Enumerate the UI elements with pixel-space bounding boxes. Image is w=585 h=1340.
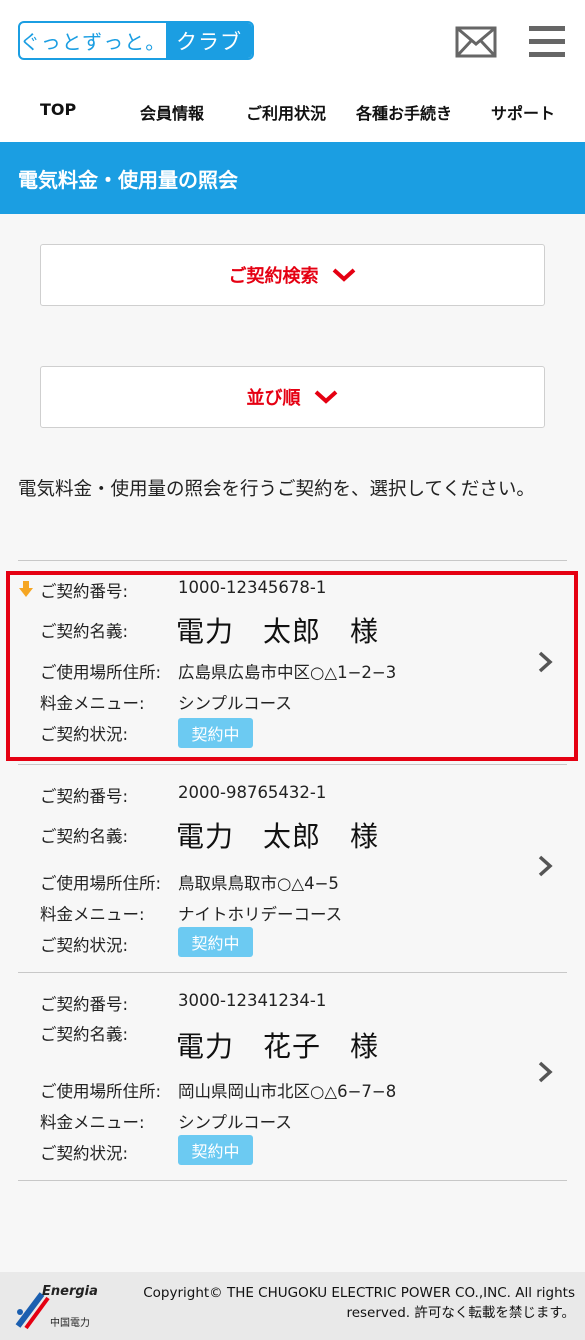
status-badge: 契約中 (178, 718, 253, 748)
contract-row[interactable]: ご契約番号: 3000-12341234-1 ご契約名義: 電力 花子 様 ご使… (18, 973, 567, 1180)
contract-number-label: ご契約番号: (40, 995, 129, 1014)
contract-name-label: ご契約名義: (40, 827, 129, 846)
nav-item-member-info[interactable]: 会員情報 (140, 100, 204, 124)
contract-search-label: ご契約検索 (228, 266, 319, 287)
down-arrow-icon (19, 581, 33, 597)
mail-icon[interactable] (455, 26, 497, 58)
sort-order-toggle[interactable]: 並び順 (40, 366, 545, 428)
status-label: ご契約状況: (40, 725, 129, 744)
contract-number-value: 2000-98765432-1 (178, 783, 327, 802)
page-title: 電気料金・使用量の照会 (0, 142, 585, 214)
status-label: ご契約状況: (40, 936, 129, 955)
menu-label: 料金メニュー: (40, 694, 145, 713)
footer: Energia 中国電力 Copyright© THE CHUGOKU ELEC… (0, 1272, 585, 1340)
chevron-right-icon (538, 855, 553, 877)
hamburger-menu-icon[interactable] (529, 24, 565, 58)
contract-number-value: 1000-12345678-1 (178, 578, 327, 597)
header: ぐっとずっと。 クラブ (0, 0, 585, 80)
address-label: ご使用場所住所: (40, 663, 162, 682)
sort-order-label: 並び順 (246, 388, 301, 409)
contract-row[interactable]: ご契約番号: 2000-98765432-1 ご契約名義: 電力 太郎 様 ご使… (18, 765, 567, 972)
club-logo[interactable]: ぐっとずっと。 クラブ (18, 21, 254, 60)
chevron-right-icon (538, 1061, 553, 1083)
contract-name-value: 電力 太郎 様 (176, 615, 380, 648)
address-value: 岡山県岡山市北区○△6−7−8 (178, 1082, 397, 1101)
contract-name-value: 電力 太郎 様 (176, 820, 380, 853)
address-label: ご使用場所住所: (40, 874, 162, 893)
nav-item-top[interactable]: TOP (40, 100, 76, 119)
divider (18, 1180, 567, 1181)
status-badge: 契約中 (178, 1135, 253, 1165)
contract-name-label: ご契約名義: (40, 1025, 129, 1044)
contract-number-label: ご契約番号: (40, 787, 129, 806)
address-label: ご使用場所住所: (40, 1082, 162, 1101)
global-nav: TOP 会員情報 ご利用状況 各種お手続き サポート (0, 80, 585, 142)
logo-text-left: ぐっとずっと。 (19, 30, 167, 54)
contract-number-value: 3000-12341234-1 (178, 991, 327, 1010)
chevron-down-icon (314, 390, 337, 404)
logo-text-right: クラブ (166, 23, 252, 58)
nav-item-usage-status[interactable]: ご利用状況 (246, 100, 326, 124)
copyright-text: Copyright© THE CHUGOKU ELECTRIC POWER CO… (143, 1285, 575, 1321)
footer-brand-sub: 中国電力 (50, 1318, 90, 1329)
footer-brand: Energia (42, 1284, 98, 1299)
contract-row[interactable]: ご契約番号: 1000-12345678-1 ご契約名義: 電力 太郎 様 ご使… (18, 561, 567, 764)
menu-label: 料金メニュー: (40, 905, 145, 924)
chevron-down-icon (332, 268, 355, 282)
contract-number-label: ご契約番号: (40, 582, 129, 601)
nav-item-support[interactable]: サポート (491, 100, 555, 124)
address-value: 鳥取県鳥取市○△4−5 (178, 874, 339, 893)
contract-name-label: ご契約名義: (40, 622, 129, 641)
nav-item-procedures[interactable]: 各種お手続き (356, 100, 452, 124)
contract-search-toggle[interactable]: ご契約検索 (40, 244, 545, 306)
address-value: 広島県広島市中区○△1−2−3 (178, 663, 397, 682)
chevron-right-icon (538, 651, 553, 673)
menu-label: 料金メニュー: (40, 1113, 145, 1132)
menu-value: シンプルコース (178, 694, 292, 713)
menu-value: シンプルコース (178, 1113, 292, 1132)
contract-name-value: 電力 花子 様 (176, 1030, 380, 1063)
instruction-text: 電気料金・使用量の照会を行うご契約を、選択してください。 (18, 479, 535, 500)
status-label: ご契約状況: (40, 1144, 129, 1163)
menu-value: ナイトホリデーコース (178, 905, 343, 924)
status-badge: 契約中 (178, 927, 253, 957)
